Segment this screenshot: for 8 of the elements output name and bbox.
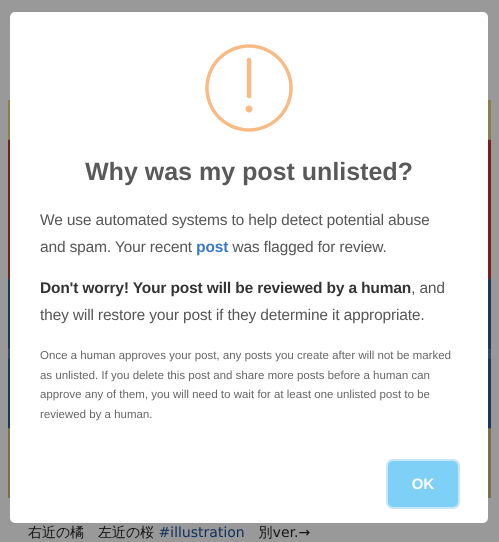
warning-icon: [205, 44, 293, 132]
post-caption: 右近の橘 左近の桜 #illustration 別ver.→: [28, 526, 312, 540]
dialog-note: Once a human approves your post, any posts you create after will not be marked as unlisted. If you delete this post and share more posts before a human can approve any of them, you will need to wait for at least one unlisted post to be reviewed by a human.: [40, 349, 452, 422]
dialog-text: Don't worry! Your post will be reviewed by a human, and they will restore your post if they determine it appropriate.: [40, 279, 446, 326]
post-link[interactable]: post: [196, 239, 228, 256]
hashtag-link[interactable]: #illustration: [158, 525, 245, 541]
dialog-text: We use automated systems to help detect potential abuse and spam. Your recent post was flagged for review.: [40, 211, 431, 258]
dialog-title: Why was my post unlisted?: [84, 158, 414, 187]
